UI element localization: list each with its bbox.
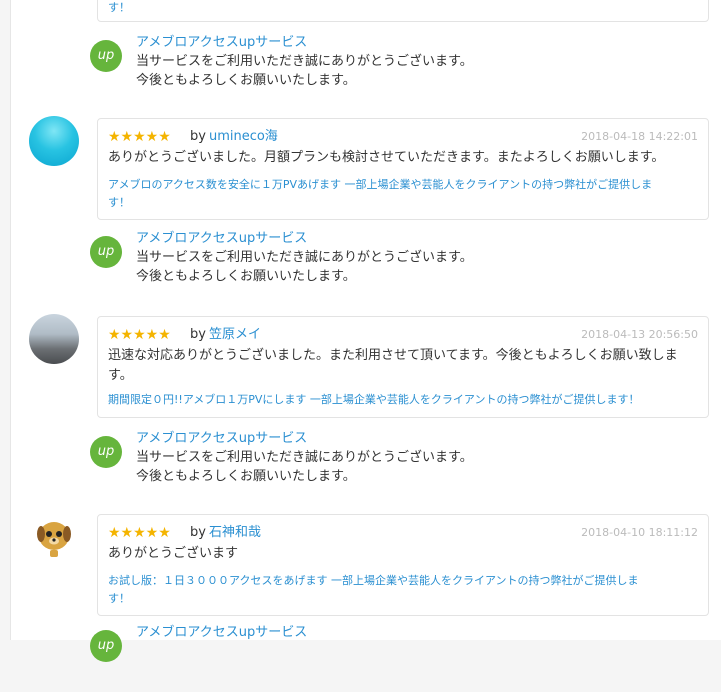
shop-reply: up アメブロアクセスupサービス 当サービスをご利用いただき誠にありがとうござ… [90,35,690,102]
shop-logo-icon: up [90,436,122,468]
reviewer: by 石神和哉 [190,525,261,540]
review-comment: ありがとうございました。月額プランも検討させていただきます。またよろしくお願いし… [108,150,665,165]
reviewer-name-link[interactable]: 笠原メイ [209,327,261,342]
shop-logo-icon: up [90,236,122,268]
review-card: ★★★★★ by umineco海 2018-04-18 14:22:01 ありが… [97,118,709,220]
avatar[interactable] [29,512,79,562]
review-date: 2018-04-10 18:11:12 [581,526,698,539]
shop-reply: up アメブロアクセスupサービス 当サービスをご利用いただき誠にありがとうござ… [90,231,690,298]
avatar[interactable] [29,116,79,166]
review-comment: 迅速な対応ありがとうございました。また利用させて頂いてます。今後ともよろしくお願… [108,348,678,383]
review-card: ★★★★★ by 石神和哉 2018-04-10 18:11:12 ありがとうござ… [97,514,709,616]
shop-reply: up アメブロアクセスupサービス 当サービスをご利用いただき誠にありがとうござ… [90,431,690,498]
reply-message: 当サービスをご利用いただき誠にありがとうございます。 今後ともよろしくお願いいたし… [136,250,473,284]
shop-name-link[interactable]: アメブロアクセスupサービス [136,34,307,52]
reviewer-name-link[interactable]: umineco海 [209,129,278,144]
reviewer: by umineco海 [190,129,278,144]
review-comment: ありがとうございます [108,546,239,561]
service-link-previous[interactable]: す！ [108,0,698,17]
reviewer: by 笠原メイ [190,327,261,342]
rating-stars: ★★★★★ [108,327,171,343]
service-link[interactable]: アメブロのアクセス数を安全に１万PVあげます 一部上場企業や芸能人をクライアント… [108,176,698,212]
service-link[interactable]: お試し版：１日３０００アクセスをあげます 一部上場企業や芸能人をクライアントの持… [108,572,698,608]
rating-stars: ★★★★★ [108,129,171,145]
review-card: ★★★★★ by 笠原メイ 2018-04-13 20:56:50 迅速な対応あり… [97,316,709,418]
reply-message: 当サービスをご利用いただき誠にありがとうございます。 今後ともよろしくお願いいたし… [136,54,473,88]
shop-name-link[interactable]: アメブロアクセスupサービス [136,430,307,448]
shop-name-link[interactable]: アメブロアクセスupサービス [136,624,307,642]
shop-logo-icon: up [90,630,122,662]
shop-reply: up アメブロアクセスupサービス [90,625,690,692]
shop-name-link[interactable]: アメブロアクセスupサービス [136,230,307,248]
dog-mascot-icon [37,522,71,557]
reviews-panel: す！ up アメブロアクセスupサービス 当サービスをご利用いただき誠にありがと… [10,0,721,662]
review-date: 2018-04-18 14:22:01 [581,130,698,143]
reviewer-name-link[interactable]: 石神和哉 [209,525,261,540]
review-date: 2018-04-13 20:56:50 [581,328,698,341]
service-link[interactable]: 期間限定０円!!アメブロ１万PVにします 一部上場企業や芸能人をクライアントの持… [108,391,698,409]
reply-message: 当サービスをご利用いただき誠にありがとうございます。 今後ともよろしくお願いいたし… [136,450,473,484]
review-card-previous: す！ [97,0,709,22]
shop-logo-icon: up [90,40,122,72]
avatar[interactable] [29,314,79,364]
rating-stars: ★★★★★ [108,525,171,541]
